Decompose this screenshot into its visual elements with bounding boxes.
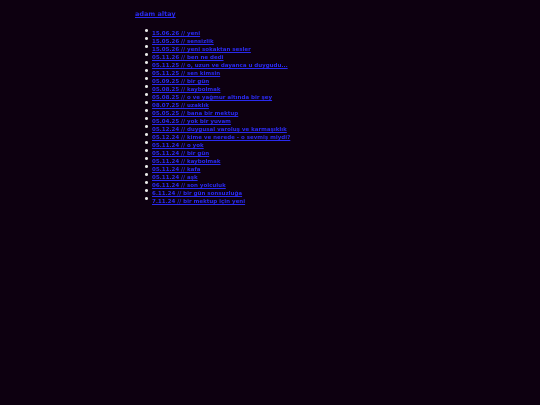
bullet-icon — [145, 197, 148, 200]
page: adam altay 15.06.26 // yeni 15.05.26 // … — [0, 0, 540, 405]
list-item: 15.05.26 // sensizlik — [144, 34, 290, 45]
bullet-icon — [145, 141, 148, 144]
bullet-icon — [145, 165, 148, 168]
bullet-icon — [145, 133, 148, 136]
list-item: 05.11.24 // bir gün — [144, 146, 290, 157]
list-item: 05.12.24 // duygusal varoluş ve karmaşık… — [144, 122, 290, 133]
list-item: 05.09.25 // bir gün — [144, 74, 290, 85]
list-item: 15.06.26 // yeni — [144, 26, 290, 37]
bullet-icon — [145, 181, 148, 184]
list-item: 05.11.24 // aşk — [144, 170, 290, 181]
bullet-icon — [145, 85, 148, 88]
bullet-icon — [145, 157, 148, 160]
post-link[interactable]: 7.11.24 // bir mektup için yeni — [152, 199, 245, 205]
list-item: 05.11.24 // o yok — [144, 138, 290, 149]
bullet-icon — [145, 45, 148, 48]
list-item: 05.08.25 // kaybolmak — [144, 82, 290, 93]
list-item: 05.12.24 // kime ve nerede - o sevmiş mi… — [144, 130, 290, 141]
bullet-icon — [145, 93, 148, 96]
list-item: 08.07.25 // uzaklık — [144, 98, 290, 109]
bullet-icon — [145, 125, 148, 128]
bullet-icon — [145, 53, 148, 56]
list-item: 05.11.24 // kaybolmak — [144, 154, 290, 165]
list-item: 06.11.24 // son yolculuk — [144, 178, 290, 189]
list-item: 05.08.25 // o ve yağmur altında bir şey — [144, 90, 290, 101]
list-item: 05.11.25 // sen kimsin — [144, 66, 290, 77]
bullet-icon — [145, 37, 148, 40]
bullet-icon — [145, 69, 148, 72]
header-link[interactable]: adam altay — [135, 10, 176, 18]
bullet-icon — [145, 61, 148, 64]
bullet-icon — [145, 173, 148, 176]
bullet-icon — [145, 77, 148, 80]
list-item: 05.11.26 // ben ne dedi — [144, 50, 290, 61]
list-item: 05.11.25 // o, uzun ve dayanca u duygudu… — [144, 58, 290, 69]
bullet-icon — [145, 109, 148, 112]
list-item: 6.11.24 // bir gün sonsuzluğa — [144, 186, 290, 197]
bullet-icon — [145, 189, 148, 192]
post-list: 15.06.26 // yeni 15.05.26 // sensizlik 1… — [144, 26, 290, 205]
bullet-icon — [145, 117, 148, 120]
list-item: 05.04.25 // yok bir yuvam — [144, 114, 290, 125]
list-item: 7.11.24 // bir mektup için yeni — [144, 194, 290, 205]
bullet-icon — [145, 149, 148, 152]
list-item: 05.05.25 // bana bir mektup — [144, 106, 290, 117]
list-item: 15.05.26 // yeni sokaktan sesler — [144, 42, 290, 53]
bullet-icon — [145, 29, 148, 32]
bullet-icon — [145, 101, 148, 104]
list-item: 05.11.24 // kafa — [144, 162, 290, 173]
